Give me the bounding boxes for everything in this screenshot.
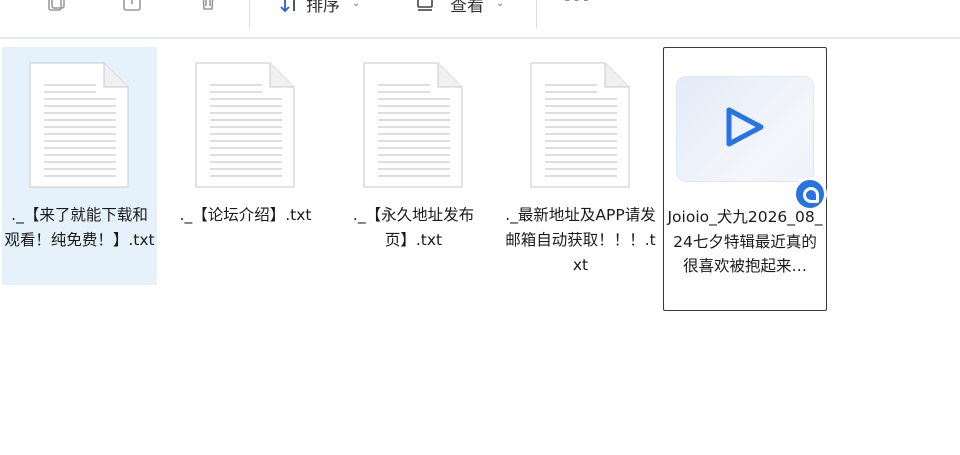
- text-file-icon: [530, 62, 630, 188]
- toolbar-separator: [536, 0, 537, 28]
- toolbar-separator: [249, 0, 250, 28]
- file-item[interactable]: ._【永久地址发布页】.txt: [336, 47, 491, 285]
- file-name: ._最新地址及APP请发邮箱自动获取！！！.txt: [505, 206, 656, 274]
- sort-button[interactable]: 排序 ⌄: [280, 0, 360, 16]
- file-name: Joioio_犬九2026_08_24七夕特辑最近真的很喜欢被抱起来…: [667, 208, 823, 275]
- view-icon: [417, 0, 433, 11]
- play-icon: [726, 107, 764, 147]
- copy-icon[interactable]: [46, 0, 70, 12]
- delete-icon[interactable]: [196, 0, 220, 12]
- sort-chevron-down-icon: ⌄: [352, 0, 361, 9]
- text-file-icon: [195, 62, 295, 188]
- file-item[interactable]: ._【来了就能下载和观看！纯免费！】.txt: [2, 47, 157, 285]
- video-thumbnail: [676, 76, 827, 211]
- file-item[interactable]: ._最新地址及APP请发邮箱自动获取！！！.txt: [503, 47, 658, 285]
- file-name: ._【论坛介绍】.txt: [179, 206, 312, 224]
- view-button[interactable]: 查看 ⌄: [416, 0, 504, 16]
- file-item-video[interactable]: Joioio_犬九2026_08_24七夕特辑最近真的很喜欢被抱起来…: [663, 47, 827, 311]
- command-bar: 排序 ⌄ 查看 ⌄ ···: [0, 0, 960, 39]
- text-file-icon: [363, 62, 463, 188]
- share-icon[interactable]: [120, 0, 144, 12]
- file-item[interactable]: ._【论坛介绍】.txt: [168, 47, 323, 285]
- text-file-icon: [29, 62, 129, 188]
- file-name: ._【来了就能下载和观看！纯免费！】.txt: [4, 206, 155, 249]
- sort-label: 排序: [306, 0, 340, 16]
- more-options-button[interactable]: ···: [563, 0, 591, 11]
- view-label: 查看: [450, 0, 484, 16]
- file-name: ._【永久地址发布页】.txt: [352, 206, 475, 249]
- view-chevron-down-icon: ⌄: [496, 0, 505, 9]
- sort-icon: [280, 0, 295, 13]
